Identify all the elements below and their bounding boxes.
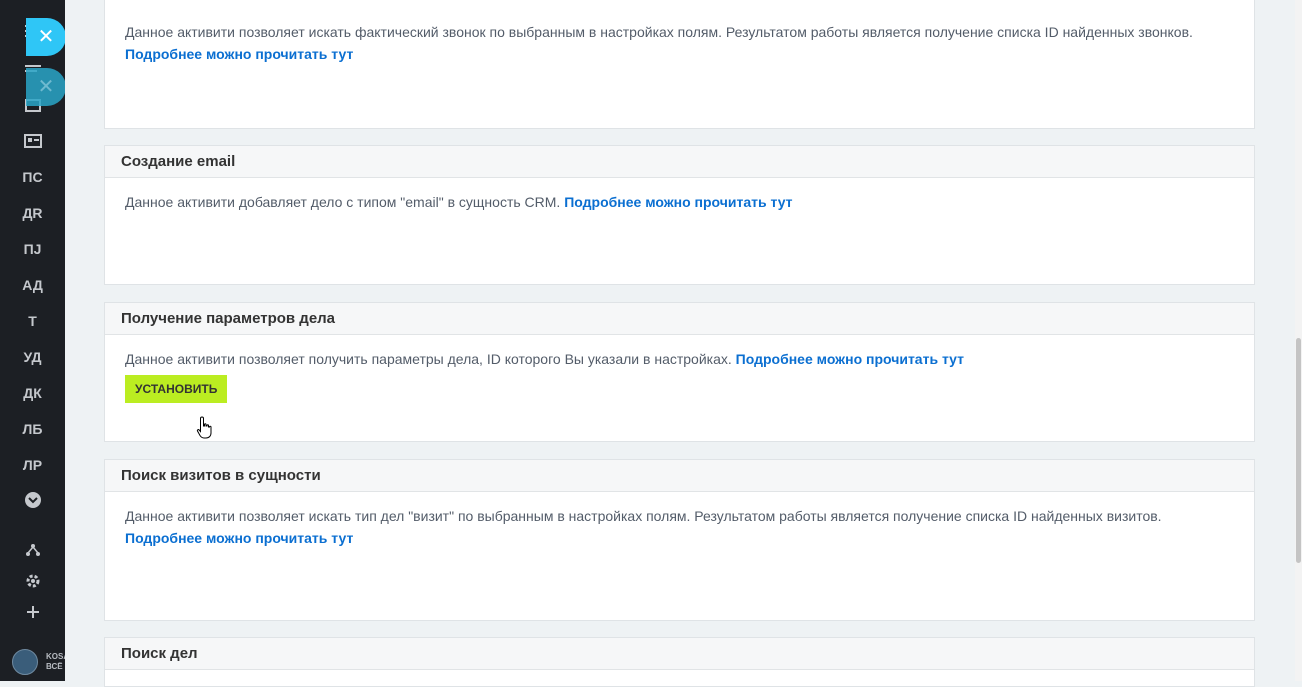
close-slider-button-secondary[interactable]: ✕ [26,68,66,106]
sidebar-item-lr[interactable]: ЛР [0,457,65,473]
sidebar-item-t[interactable]: Т [0,313,65,329]
main-content: Данное активити позволяет искать фактиче… [65,0,1295,687]
sidebar-item-ps[interactable]: ПС [0,169,65,185]
contact-card-icon[interactable] [24,132,42,150]
logo-text-line1: KOSA [46,652,66,661]
chevron-down-icon[interactable] [24,491,42,509]
gear-icon[interactable] [24,572,42,590]
activity-description: Данное активити позволяет искать тип дел… [125,508,1162,524]
activity-card-deal-search: Поиск дел [104,637,1255,687]
close-slider-button[interactable]: ✕ [26,18,66,56]
activity-title: Поиск дел [105,638,1254,670]
sidebar-item-dk[interactable]: ДК [0,385,65,401]
activity-title: Поиск визитов в сущности [105,460,1254,492]
close-icon: ✕ [37,26,55,48]
activity-card-visit-search: Поиск визитов в сущности Данное активити… [104,459,1255,621]
activity-description: Данное активити позволяет получить парам… [125,351,732,367]
company-logo[interactable]: KOSA ВСЁ Б [12,649,66,675]
sidebar-item-dr[interactable]: ДR [0,205,65,221]
activity-card-call-search: Данное активити позволяет искать фактиче… [104,0,1255,129]
read-more-link[interactable]: Подробнее можно прочитать тут [125,530,353,546]
activity-title: Создание email [105,146,1254,178]
sidebar-item-ud[interactable]: УД [0,349,65,365]
logo-icon [12,649,38,675]
read-more-link[interactable]: Подробнее можно прочитать тут [125,46,353,62]
activity-description: Данное активити позволяет искать фактиче… [125,24,1193,40]
vertical-scrollbar[interactable] [1295,0,1302,681]
scrollbar-thumb[interactable] [1296,338,1301,563]
hand-cursor-icon [196,416,214,445]
logo-text-line2: ВСЁ Б [46,662,66,671]
sidebar-item-pj[interactable]: ПJ [0,241,65,257]
sidebar-item-lb[interactable]: ЛБ [0,421,65,437]
activity-description: Данное активити добавляет дело с типом "… [125,194,561,210]
read-more-link[interactable]: Подробнее можно прочитать тут [564,194,792,210]
activity-card-create-email: Создание email Данное активити добавляет… [104,145,1255,285]
install-button[interactable]: УСТАНОВИТЬ [125,375,228,403]
read-more-link[interactable]: Подробнее можно прочитать тут [736,351,964,367]
sitemap-icon[interactable] [24,541,42,559]
plus-icon[interactable] [24,603,42,621]
activity-title: Получение параметров дела [105,303,1254,335]
activity-card-get-deal-params: Получение параметров дела Данное активит… [104,302,1255,442]
sidebar-item-ad[interactable]: АД [0,277,65,293]
close-icon: ✕ [37,76,55,98]
